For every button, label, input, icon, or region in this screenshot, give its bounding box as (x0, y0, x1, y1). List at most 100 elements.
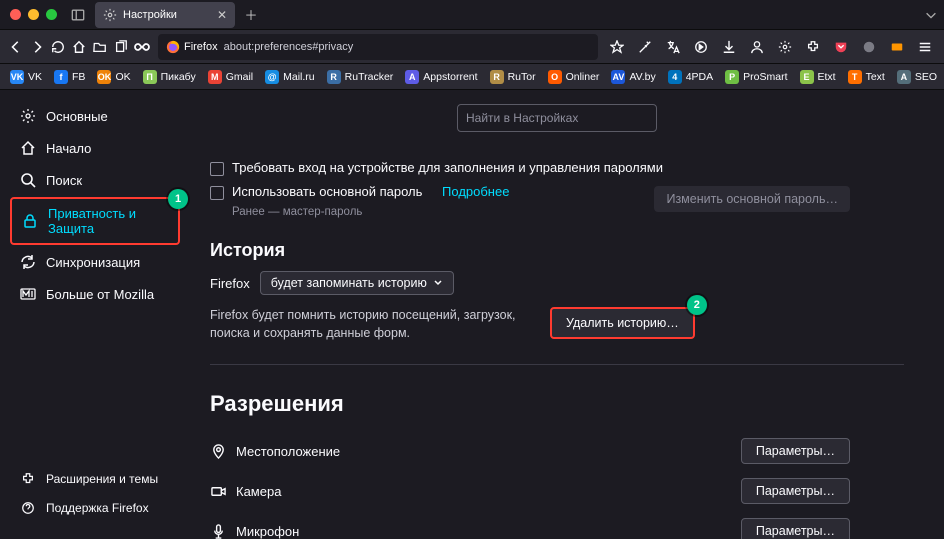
bookmark-item[interactable]: @Mail.ru (261, 68, 319, 86)
sidebar-support[interactable]: Поддержка Firefox (10, 494, 180, 522)
sidebar-label: Основные (46, 109, 108, 124)
window-maximize[interactable] (46, 9, 57, 20)
bookmarks-bar: VKVKfFBOKOK ППикабуMGmail@Mail.ru R RuTrack… (0, 64, 944, 90)
main-panel: Требовать вход на устройстве для заполне… (190, 90, 944, 539)
bookmark-label: OK (115, 71, 130, 83)
wand-icon[interactable] (632, 34, 658, 60)
copy-icon[interactable] (112, 34, 131, 60)
bookmark-label: RuTracker (345, 71, 394, 83)
perm-label: Местоположение (236, 444, 340, 459)
bookmark-item[interactable]: MGmail (204, 68, 257, 86)
favicon: P (725, 70, 739, 84)
perm-settings-button[interactable]: Параметры… (741, 438, 850, 464)
perm-row-microphone: Микрофон Параметры… (210, 511, 850, 539)
extensions-icon[interactable] (800, 34, 826, 60)
checkbox-label: Требовать вход на устройстве для заполне… (232, 160, 663, 175)
sidebar-extensions[interactable]: Расширения и темы (10, 465, 180, 493)
nav-toolbar: Firefox about:preferences#privacy (0, 30, 944, 64)
sidebar-item-privacy[interactable]: Приватность и Защита 1 (10, 197, 180, 245)
microphone-icon (210, 524, 226, 539)
favicon: T (848, 70, 862, 84)
window-controls (0, 9, 67, 20)
favicon: M (208, 70, 222, 84)
clear-history-button[interactable]: Удалить историю… 2 (550, 307, 695, 339)
bookmark-label: Mail.ru (283, 71, 315, 83)
category-sidebar: Основные Начало Поиск Приватность и Защи… (0, 90, 190, 539)
perm-row-location: Местоположение Параметры… (210, 431, 850, 471)
home-icon (20, 140, 36, 156)
bookmark-item[interactable]: OKOK (93, 68, 134, 86)
sidebar-label: Расширения и темы (46, 472, 158, 486)
lock-icon (22, 213, 38, 229)
annotation-marker-1: 1 (168, 189, 188, 209)
sidebar-item-mozilla[interactable]: Больше от Mozilla (10, 279, 180, 309)
search-icon (20, 172, 36, 188)
tab-close-icon[interactable]: ✕ (217, 8, 227, 22)
bookmark-item[interactable]: ASEO (893, 68, 941, 86)
bookmark-item[interactable]: R RuTracker (323, 68, 398, 86)
chevron-down-icon[interactable] (924, 8, 938, 22)
refresh-circle-icon[interactable] (688, 34, 714, 60)
perm-row-camera: Камера Параметры… (210, 471, 850, 511)
sync-icon (20, 254, 36, 270)
favicon: A (897, 70, 911, 84)
history-heading: История (210, 240, 850, 261)
perm-settings-button[interactable]: Параметры… (741, 518, 850, 539)
window-minimize[interactable] (28, 9, 39, 20)
sidebar-item-sync[interactable]: Синхронизация (10, 247, 180, 277)
star-icon[interactable] (604, 34, 630, 60)
titlebar: Настройки ✕ ＋ (0, 0, 944, 30)
translate-icon[interactable] (660, 34, 686, 60)
reload-button[interactable] (48, 34, 67, 60)
download-icon[interactable] (716, 34, 742, 60)
home-button[interactable] (69, 34, 88, 60)
bookmark-item[interactable]: VKVK (6, 68, 46, 86)
identity-box[interactable]: Firefox (166, 40, 218, 54)
new-tab-button[interactable]: ＋ (239, 3, 263, 27)
bookmark-item[interactable]: AV AV.by (607, 68, 659, 86)
bookmark-item[interactable]: fFB (50, 68, 89, 86)
favicon: AV (611, 70, 625, 84)
bookmark-item[interactable]: 44PDA (664, 68, 717, 86)
firefox-logo-icon (166, 40, 180, 54)
bookmark-item[interactable]: TText (844, 68, 889, 86)
bookmark-item[interactable]: EEtxt (796, 68, 840, 86)
sidebar-label: Поддержка Firefox (46, 501, 149, 515)
infinity-icon[interactable] (133, 34, 152, 60)
bookmark-item[interactable]: PProSmart (721, 68, 791, 86)
annotation-marker-2: 2 (687, 295, 707, 315)
back-button[interactable] (6, 34, 25, 60)
sidebar-item-home[interactable]: Начало (10, 133, 180, 163)
urlbar[interactable]: Firefox about:preferences#privacy (158, 34, 598, 60)
sidebar-toggle-icon[interactable] (67, 4, 89, 26)
folder-icon[interactable] (91, 34, 110, 60)
settings-search-input[interactable] (457, 104, 657, 132)
sidebar-item-search[interactable]: Поиск (10, 165, 180, 195)
bookmark-label: Пикабу (161, 71, 196, 83)
bookmark-item[interactable]: OOnliner (544, 68, 604, 86)
settings-icon[interactable] (772, 34, 798, 60)
window-close[interactable] (10, 9, 21, 20)
shield-icon[interactable] (856, 34, 882, 60)
bookmark-label: RuTor (508, 71, 536, 83)
account-icon[interactable] (744, 34, 770, 60)
bookmark-label: AV.by (629, 71, 655, 83)
favicon: R (327, 70, 341, 84)
clear-history-label: Удалить историю… (566, 316, 679, 330)
vpn-badge-icon[interactable] (884, 34, 910, 60)
learn-more-link[interactable]: Подробнее (442, 184, 509, 199)
forward-button[interactable] (27, 34, 46, 60)
perm-settings-button[interactable]: Параметры… (741, 478, 850, 504)
tab-settings[interactable]: Настройки ✕ (95, 2, 235, 28)
history-mode-dropdown[interactable]: будет запоминать историю (260, 271, 454, 295)
change-password-button[interactable]: Изменить основной пароль… (654, 186, 850, 212)
password-note: Ранее — мастер-пароль (232, 206, 644, 218)
sidebar-item-general[interactable]: Основные (10, 101, 180, 131)
pocket-icon[interactable] (828, 34, 854, 60)
menu-icon[interactable] (912, 34, 938, 60)
bookmark-item[interactable]: AAppstorrent (401, 68, 481, 86)
checkbox-device-login[interactable] (210, 162, 224, 176)
checkbox-primary-password[interactable] (210, 186, 224, 200)
bookmark-item[interactable]: ППикабу (139, 68, 200, 86)
bookmark-item[interactable]: RRuTor (486, 68, 540, 86)
